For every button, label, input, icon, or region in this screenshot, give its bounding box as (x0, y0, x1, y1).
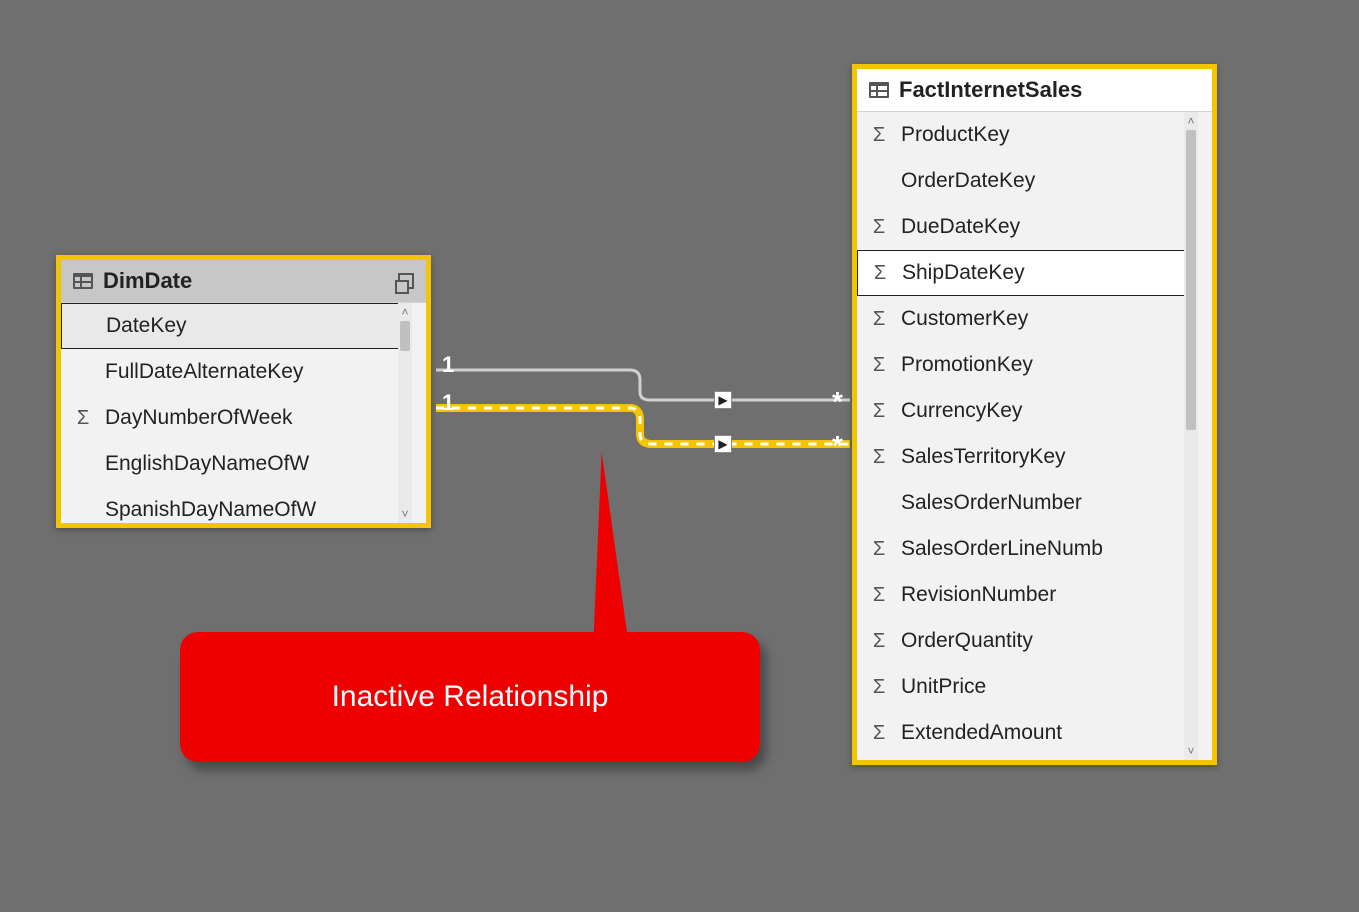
restore-icon[interactable] (398, 273, 414, 289)
field-row[interactable]: Σ ShipDateKey (857, 250, 1198, 296)
cardinality-many-r1: * (832, 386, 843, 418)
field-row[interactable]: Σ RevisionNumber (857, 572, 1198, 618)
sigma-icon: Σ (867, 354, 891, 377)
model-canvas: 1 1 * * ▶ ▶ DimDate ΣDateKey ΣFullDateAl… (0, 0, 1359, 912)
filter-direction-r2[interactable]: ▶ (714, 435, 732, 453)
field-name: SalesOrderLineNumb (901, 537, 1103, 561)
scroll-up-icon[interactable]: ˄ (1184, 112, 1198, 130)
field-row[interactable]: Σ SalesTerritoryKey (857, 434, 1198, 480)
filter-direction-r1[interactable]: ▶ (714, 391, 732, 409)
sigma-icon: Σ (867, 538, 891, 561)
field-name: RevisionNumber (901, 583, 1056, 607)
table-icon (869, 82, 889, 98)
field-name: PromotionKey (901, 353, 1033, 377)
field-name: DueDateKey (901, 215, 1020, 239)
cardinality-many-r2: * (832, 430, 843, 462)
field-name: OrderDateKey (901, 169, 1035, 193)
sigma-icon: Σ (867, 630, 891, 653)
table-header-fact[interactable]: FactInternetSales (857, 69, 1212, 112)
field-name: CustomerKey (901, 307, 1028, 331)
sigma-icon: Σ (867, 584, 891, 607)
field-name: DayNumberOfWeek (105, 406, 293, 430)
field-row[interactable]: Σ ExtendedAmount (857, 710, 1198, 756)
field-row[interactable]: ΣOrderDateKey (857, 158, 1198, 204)
sigma-icon: Σ (867, 308, 891, 331)
cardinality-one-r1: 1 (442, 352, 454, 378)
field-row[interactable]: Σ SalesOrderLineNumb (857, 526, 1198, 572)
field-name: SalesTerritoryKey (901, 445, 1066, 469)
sigma-icon: Σ (867, 446, 891, 469)
field-row[interactable]: ΣSalesOrderNumber (857, 480, 1198, 526)
field-name: ShipDateKey (902, 261, 1025, 285)
field-name: FullDateAlternateKey (105, 360, 303, 384)
field-name: EnglishDayNameOfW (105, 452, 309, 476)
scrollbar[interactable]: ˄ ˅ (398, 303, 412, 523)
table-title: FactInternetSales (899, 77, 1200, 103)
sigma-icon: Σ (867, 216, 891, 239)
field-row[interactable]: Σ CustomerKey (857, 296, 1198, 342)
field-list-fact: ΣProductKey ΣOrderDateKey ΣDueDateKey ΣS… (857, 112, 1198, 760)
scroll-thumb[interactable] (400, 321, 410, 351)
field-row[interactable]: Σ ProductKey (857, 112, 1198, 158)
field-name: ExtendedAmount (901, 721, 1062, 745)
field-row[interactable]: ΣSpanishDayNameOfW (61, 487, 412, 523)
scrollbar[interactable]: ˄ ˅ (1184, 112, 1198, 760)
table-icon (73, 273, 93, 289)
callout-text: Inactive Relationship (332, 680, 609, 714)
field-row[interactable]: ΣFullDateAlternateKey (61, 349, 412, 395)
field-row[interactable]: Σ DueDateKey (857, 204, 1198, 250)
field-list-dimdate: ΣDateKey ΣFullDateAlternateKey Σ DayNumbe… (61, 303, 412, 523)
sigma-icon: Σ (867, 676, 891, 699)
table-title: DimDate (103, 268, 390, 294)
field-name: UnitPrice (901, 675, 986, 699)
sigma-icon: Σ (867, 124, 891, 147)
field-row[interactable]: Σ DayNumberOfWeek (61, 395, 412, 441)
field-row[interactable]: Σ UnitPrice (857, 664, 1198, 710)
annotation-callout: Inactive Relationship (180, 632, 760, 762)
field-name: SalesOrderNumber (901, 491, 1082, 515)
field-row[interactable]: ΣDateKey (61, 303, 412, 349)
field-name: SpanishDayNameOfW (105, 498, 316, 522)
scroll-down-icon[interactable]: ˅ (1184, 742, 1198, 760)
scroll-up-icon[interactable]: ˄ (398, 303, 412, 321)
table-card-fact[interactable]: FactInternetSales ΣProductKey ΣOrderDate… (852, 64, 1217, 765)
field-name: DateKey (106, 314, 187, 338)
sigma-icon: Σ (868, 262, 892, 285)
table-header-dimdate[interactable]: DimDate (61, 260, 426, 303)
field-row[interactable]: ΣEnglishDayNameOfW (61, 441, 412, 487)
sigma-icon: Σ (71, 407, 95, 430)
field-row[interactable]: Σ CurrencyKey (857, 388, 1198, 434)
scroll-down-icon[interactable]: ˅ (398, 505, 412, 523)
cardinality-one-r2: 1 (442, 390, 454, 416)
sigma-icon: Σ (867, 722, 891, 745)
field-name: CurrencyKey (901, 399, 1022, 423)
scroll-thumb[interactable] (1186, 130, 1196, 430)
table-card-dimdate[interactable]: DimDate ΣDateKey ΣFullDateAlternateKey Σ… (56, 255, 431, 528)
field-row[interactable]: Σ PromotionKey (857, 342, 1198, 388)
field-name: OrderQuantity (901, 629, 1033, 653)
field-name: ProductKey (901, 123, 1010, 147)
sigma-icon: Σ (867, 400, 891, 423)
field-row[interactable]: Σ OrderQuantity (857, 618, 1198, 664)
